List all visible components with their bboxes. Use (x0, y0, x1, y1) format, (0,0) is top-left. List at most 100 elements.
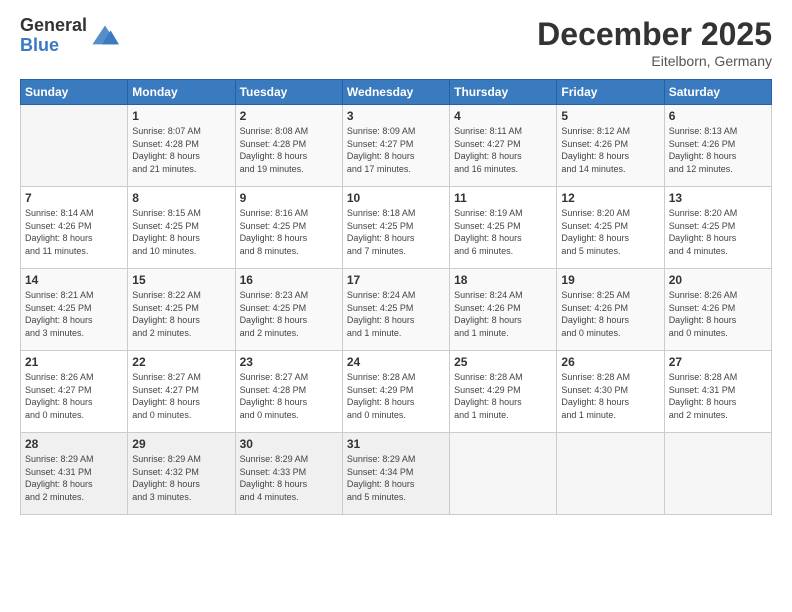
day-info-line: Daylight: 8 hours (132, 315, 200, 325)
week-row-1: 1Sunrise: 8:07 AMSunset: 4:28 PMDaylight… (21, 105, 772, 187)
day-number: 4 (454, 109, 552, 123)
day-info-line: and 3 minutes. (132, 492, 191, 502)
day-info-line: Daylight: 8 hours (240, 151, 308, 161)
day-number: 10 (347, 191, 445, 205)
day-info: Sunrise: 8:26 AMSunset: 4:26 PMDaylight:… (669, 289, 767, 339)
day-info-line: Sunrise: 8:29 AM (25, 454, 94, 464)
day-info-line: Daylight: 8 hours (132, 233, 200, 243)
header: General Blue December 2025 Eitelborn, Ge… (20, 16, 772, 69)
day-cell: 23Sunrise: 8:27 AMSunset: 4:28 PMDayligh… (235, 351, 342, 433)
day-cell: 2Sunrise: 8:08 AMSunset: 4:28 PMDaylight… (235, 105, 342, 187)
day-info-line: Sunrise: 8:25 AM (561, 290, 630, 300)
day-info-line: and 6 minutes. (454, 246, 513, 256)
day-cell: 24Sunrise: 8:28 AMSunset: 4:29 PMDayligh… (342, 351, 449, 433)
day-number: 12 (561, 191, 659, 205)
header-thursday: Thursday (450, 80, 557, 105)
day-info-line: Sunset: 4:25 PM (25, 303, 92, 313)
day-info-line: Sunrise: 8:14 AM (25, 208, 94, 218)
day-info-line: Daylight: 8 hours (454, 397, 522, 407)
day-info-line: Sunset: 4:25 PM (561, 221, 628, 231)
logo: General Blue (20, 16, 119, 56)
day-info-line: Sunset: 4:26 PM (454, 303, 521, 313)
day-cell: 25 Sunrise: 8:28 AM Sunset: 4:29 PM Dayligh… (450, 351, 557, 433)
day-info-line: Daylight: 8 hours (347, 479, 415, 489)
day-cell: 12Sunrise: 8:20 AMSunset: 4:25 PMDayligh… (557, 187, 664, 269)
day-number: 25 (454, 355, 552, 369)
day-info-line: Daylight: 8 hours (454, 151, 522, 161)
day-info: Sunrise: 8:16 AMSunset: 4:25 PMDaylight:… (240, 207, 338, 257)
day-info-line: Sunrise: 8:20 AM (561, 208, 630, 218)
day-info-line: Sunset: 4:25 PM (347, 303, 414, 313)
header-sunday: Sunday (21, 80, 128, 105)
header-monday: Monday (128, 80, 235, 105)
day-info-line: Sunset: 4:25 PM (454, 221, 521, 231)
day-info-line: Daylight: 8 hours (669, 233, 737, 243)
day-info-line: Sunrise: 8:29 AM (132, 454, 201, 464)
day-number: 30 (240, 437, 338, 451)
day-info-line: Daylight: 8 hours (132, 397, 200, 407)
day-info-line: Sunrise: 8:21 AM (25, 290, 94, 300)
month-title: December 2025 (537, 16, 772, 53)
logo-icon (91, 22, 119, 50)
day-info-line: and 2 minutes. (132, 328, 191, 338)
day-info: Sunrise: 8:09 AMSunset: 4:27 PMDaylight:… (347, 125, 445, 175)
header-friday: Friday (557, 80, 664, 105)
day-info: Sunrise: 8:13 AMSunset: 4:26 PMDaylight:… (669, 125, 767, 175)
day-info-line: Sunrise: 8:27 AM (132, 372, 201, 382)
day-info: Sunrise: 8:22 AM Sunset: 4:25 PM Daylight:… (132, 289, 230, 339)
day-info-line: Daylight: 8 hours (454, 233, 522, 243)
day-info-line: Sunset: 4:32 PM (132, 467, 199, 477)
day-number: 2 (240, 109, 338, 123)
day-number: 19 (561, 273, 659, 287)
day-info-line: and 10 minutes. (132, 246, 196, 256)
day-number: 22 (132, 355, 230, 369)
day-info: Sunrise: 8:29 AMSunset: 4:34 PMDaylight:… (347, 453, 445, 503)
day-info: Sunrise: 8:12 AMSunset: 4:26 PMDaylight:… (561, 125, 659, 175)
day-info-line: and 1 minute. (454, 328, 509, 338)
day-info-line: Sunrise: 8:24 AM (454, 290, 523, 300)
day-info: Sunrise: 8:27 AMSunset: 4:27 PMDaylight:… (132, 371, 230, 421)
day-info-line: Sunrise: 8:13 AM (669, 126, 738, 136)
day-info-line: Daylight: 8 hours (25, 397, 93, 407)
day-info-line: Daylight: 8 hours (132, 151, 200, 161)
day-info-line: and 7 minutes. (347, 246, 406, 256)
day-info-line: and 5 minutes. (347, 492, 406, 502)
day-number: 6 (669, 109, 767, 123)
day-number: 15 (132, 273, 230, 287)
day-cell: 11Sunrise: 8:19 AMSunset: 4:25 PMDayligh… (450, 187, 557, 269)
day-info-line: and 0 minutes. (25, 410, 84, 420)
day-number: 28 (25, 437, 123, 451)
day-info-line: and 5 minutes. (561, 246, 620, 256)
day-info-line: Daylight: 8 hours (669, 315, 737, 325)
day-number: 26 (561, 355, 659, 369)
day-info: Sunrise: 8:15 AMSunset: 4:25 PMDaylight:… (132, 207, 230, 257)
day-number: 27 (669, 355, 767, 369)
day-info: Sunrise: 8:23 AMSunset: 4:25 PMDaylight:… (240, 289, 338, 339)
calendar: Sunday Monday Tuesday Wednesday Thursday… (20, 79, 772, 515)
day-info-line: Sunrise: 8:28 AM (454, 372, 523, 382)
day-info-line: and 16 minutes. (454, 164, 518, 174)
day-info: Sunrise: 8:25 AMSunset: 4:26 PMDaylight:… (561, 289, 659, 339)
day-info-line: Daylight: 8 hours (347, 151, 415, 161)
day-info-line: and 1 minute. (561, 410, 616, 420)
day-info-line: Sunset: 4:25 PM (132, 303, 199, 313)
day-info-line: Daylight: 8 hours (25, 315, 93, 325)
day-number: 3 (347, 109, 445, 123)
day-info: Sunrise: 8:21 AM Sunset: 4:25 PM Daylight:… (25, 289, 123, 339)
day-info-line: Sunrise: 8:28 AM (669, 372, 738, 382)
day-info-line: Sunrise: 8:22 AM (132, 290, 201, 300)
day-info-line: Sunset: 4:29 PM (454, 385, 521, 395)
day-cell: 9Sunrise: 8:16 AMSunset: 4:25 PMDaylight… (235, 187, 342, 269)
day-number: 16 (240, 273, 338, 287)
day-info-line: and 4 minutes. (669, 246, 728, 256)
day-cell: 28Sunrise: 8:29 AMSunset: 4:31 PMDayligh… (21, 433, 128, 515)
day-info-line: Daylight: 8 hours (561, 397, 629, 407)
day-cell: 5Sunrise: 8:12 AMSunset: 4:26 PMDaylight… (557, 105, 664, 187)
day-info: Sunrise: 8:07 AMSunset: 4:28 PMDaylight:… (132, 125, 230, 175)
header-wednesday: Wednesday (342, 80, 449, 105)
day-info-line: Sunset: 4:28 PM (132, 139, 199, 149)
day-cell (557, 433, 664, 515)
day-info-line: Sunset: 4:25 PM (347, 221, 414, 231)
day-info-line: Daylight: 8 hours (561, 151, 629, 161)
day-info: Sunrise: 8:29 AMSunset: 4:32 PMDaylight:… (132, 453, 230, 503)
